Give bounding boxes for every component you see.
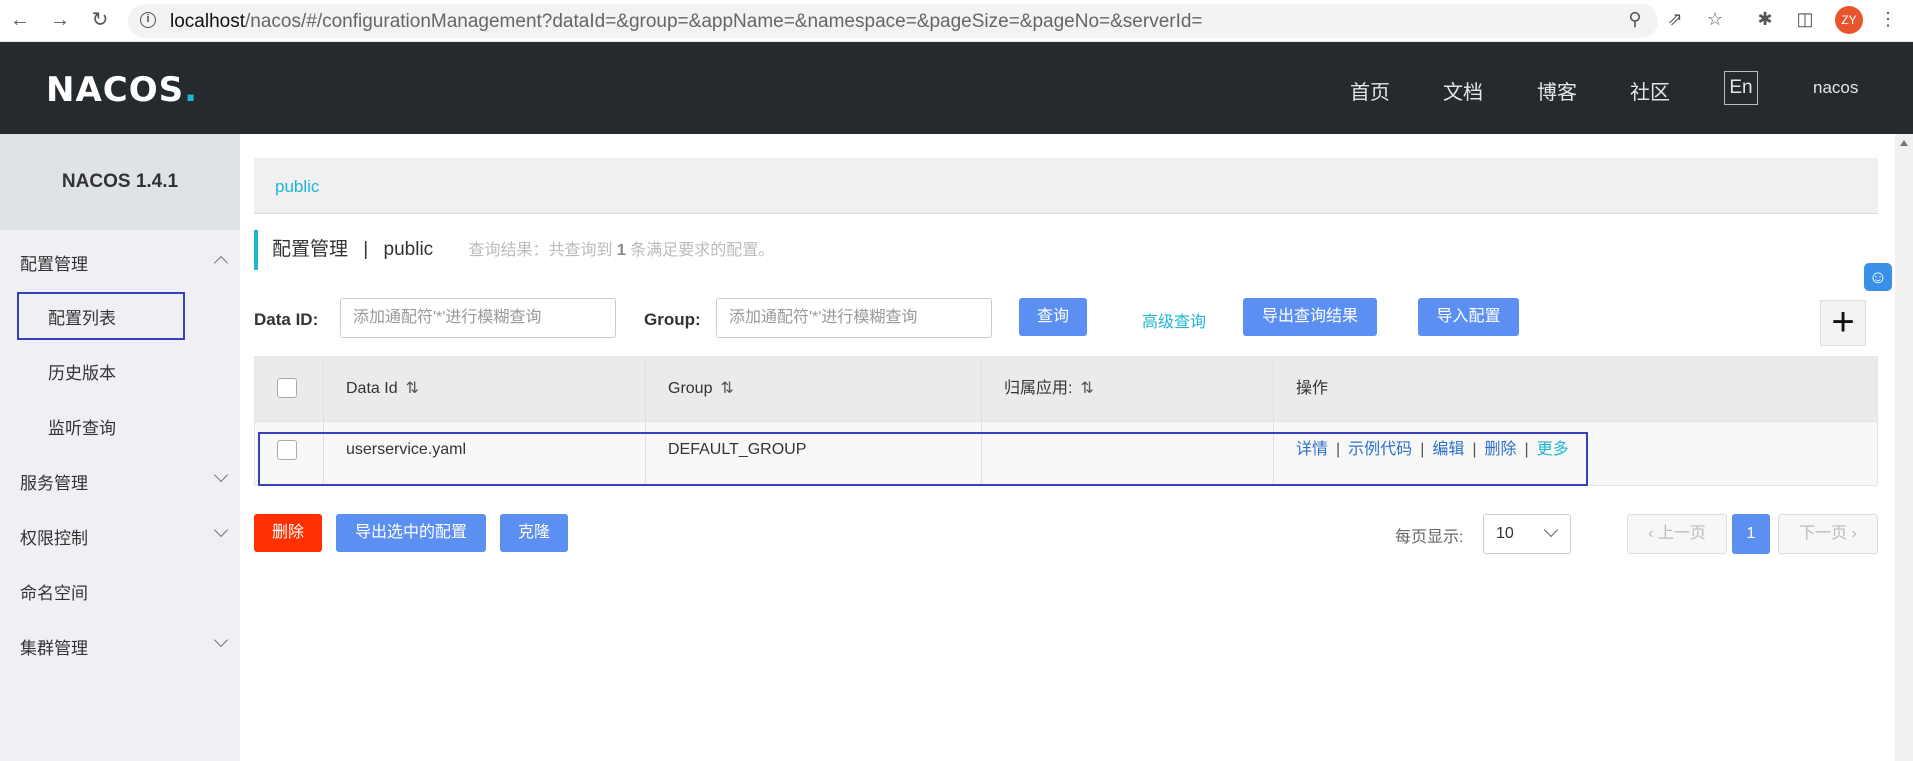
namespace-public[interactable]: public bbox=[275, 177, 319, 197]
bookmark-star-icon[interactable]: ☆ bbox=[1704, 8, 1726, 30]
menu-service-management[interactable]: 服务管理 bbox=[20, 469, 88, 494]
row-highlight-box bbox=[258, 432, 1588, 486]
nacos-logo[interactable]: NACOS. bbox=[46, 70, 198, 110]
address-bar[interactable]: i localhost/nacos/#/configurationManagem… bbox=[128, 4, 1658, 38]
page-title: 配置管理 | public 查询结果：共查询到 1 条满足要求的配置。 bbox=[254, 230, 774, 270]
extensions-icon[interactable]: ✱ bbox=[1754, 8, 1776, 30]
zoom-icon[interactable]: ⚲ bbox=[1624, 8, 1646, 30]
url-host: localhost bbox=[170, 11, 245, 32]
hint-count: 1 bbox=[616, 242, 626, 259]
sidebar-toggle-icon[interactable]: ◫ bbox=[1794, 8, 1816, 30]
page-size-value: 10 bbox=[1496, 525, 1514, 542]
delete-button[interactable]: 删除 bbox=[254, 514, 322, 552]
table-header: Data Id ⇅ Group ⇅ 归属应用: ⇅ 操作 bbox=[255, 357, 1877, 421]
active-menu-highlight bbox=[17, 292, 185, 340]
back-icon[interactable]: ← bbox=[8, 8, 32, 32]
user-name[interactable]: nacos bbox=[1813, 78, 1858, 98]
sort-icon[interactable]: ⇅ bbox=[1080, 380, 1093, 397]
app-header: NACOS. 首页 文档 博客 社区 En nacos bbox=[0, 42, 1913, 134]
profile-avatar[interactable]: ZY bbox=[1835, 6, 1863, 34]
nav-community[interactable]: 社区 bbox=[1630, 76, 1670, 105]
logo-dot: . bbox=[184, 70, 199, 110]
menu-cluster-management[interactable]: 集群管理 bbox=[20, 634, 88, 659]
col-group-label: Group bbox=[668, 380, 713, 397]
dataid-input[interactable]: 添加通配符'*'进行模糊查询 bbox=[340, 298, 616, 338]
prev-page-button[interactable]: ‹ 上一页 bbox=[1627, 514, 1727, 554]
col-group[interactable]: Group ⇅ bbox=[645, 357, 981, 421]
col-app-label: 归属应用: bbox=[1004, 380, 1073, 397]
floating-helper-icon[interactable]: ☺ bbox=[1864, 263, 1892, 291]
chevron-down-icon[interactable] bbox=[213, 467, 229, 483]
kebab-menu-icon[interactable]: ⋮ bbox=[1877, 8, 1899, 30]
advanced-query-link[interactable]: 高级查询 bbox=[1142, 308, 1206, 332]
menu-permission-control[interactable]: 权限控制 bbox=[20, 524, 88, 549]
select-all-checkbox[interactable] bbox=[277, 378, 297, 398]
chevron-down-icon[interactable] bbox=[213, 522, 229, 538]
add-config-button[interactable]: + bbox=[1820, 300, 1866, 346]
group-label: Group: bbox=[644, 310, 701, 329]
col-operations-label: 操作 bbox=[1296, 380, 1329, 397]
site-info-icon[interactable]: i bbox=[140, 12, 156, 28]
page-size-label: 每页显示: bbox=[1395, 529, 1464, 546]
url-path: /nacos/#/configurationManagement?dataId=… bbox=[245, 11, 1203, 32]
next-page-label: 下一页 bbox=[1799, 525, 1848, 542]
export-results-button[interactable]: 导出查询结果 bbox=[1243, 298, 1377, 336]
col-data-id-label: Data Id bbox=[346, 380, 398, 397]
scroll-up-icon[interactable] bbox=[1900, 140, 1908, 146]
reload-icon[interactable]: ↻ bbox=[88, 8, 112, 32]
col-data-id[interactable]: Data Id ⇅ bbox=[323, 357, 645, 421]
group-input[interactable]: 添加通配符'*'进行模糊查询 bbox=[716, 298, 992, 338]
url-text[interactable]: localhost/nacos/#/configurationManagemen… bbox=[170, 11, 1203, 33]
version-label: NACOS 1.4.1 bbox=[0, 134, 240, 230]
chevron-down-icon[interactable] bbox=[213, 632, 229, 648]
browser-toolbar: ← → ↻ i localhost/nacos/#/configurationM… bbox=[0, 0, 1913, 42]
scrollbar[interactable] bbox=[1895, 134, 1913, 761]
hint-prefix: 查询结果：共查询到 bbox=[468, 242, 613, 259]
sort-icon[interactable]: ⇅ bbox=[406, 380, 419, 397]
namespace-bar: public bbox=[254, 158, 1878, 214]
col-app[interactable]: 归属应用: ⇅ bbox=[981, 357, 1273, 421]
hint-suffix: 条满足要求的配置。 bbox=[630, 242, 775, 259]
title-separator: | bbox=[363, 239, 369, 260]
page-size-select[interactable]: 10 bbox=[1483, 514, 1571, 554]
nav-blog[interactable]: 博客 bbox=[1537, 76, 1577, 105]
menu-namespace[interactable]: 命名空间 bbox=[20, 579, 88, 604]
chevron-up-icon[interactable] bbox=[213, 255, 229, 271]
menu-config-management[interactable]: 配置管理 bbox=[20, 250, 88, 275]
query-result-hint: 查询结果：共查询到 1 条满足要求的配置。 bbox=[468, 242, 774, 259]
nav-docs[interactable]: 文档 bbox=[1443, 76, 1483, 105]
title-text: 配置管理 bbox=[272, 239, 349, 260]
dataid-label: Data ID: bbox=[254, 310, 319, 329]
title-namespace: public bbox=[383, 239, 434, 260]
export-selected-button[interactable]: 导出选中的配置 bbox=[336, 514, 486, 552]
menu-history-version[interactable]: 历史版本 bbox=[48, 359, 116, 384]
col-operations: 操作 bbox=[1273, 357, 1877, 421]
forward-icon[interactable]: → bbox=[48, 8, 72, 32]
next-page-button[interactable]: 下一页 › bbox=[1778, 514, 1878, 554]
nav-home[interactable]: 首页 bbox=[1350, 76, 1390, 105]
share-icon[interactable]: ⇗ bbox=[1664, 8, 1686, 30]
language-toggle[interactable]: En bbox=[1724, 71, 1758, 105]
import-config-button[interactable]: 导入配置 bbox=[1418, 298, 1519, 336]
query-button[interactable]: 查询 bbox=[1019, 298, 1087, 336]
prev-page-label: 上一页 bbox=[1657, 525, 1706, 542]
chevron-down-icon bbox=[1543, 522, 1559, 538]
clone-button[interactable]: 克隆 bbox=[500, 514, 568, 552]
sort-icon[interactable]: ⇅ bbox=[720, 380, 733, 397]
sidebar: NACOS 1.4.1 配置管理 配置列表 历史版本 监听查询 服务管理 权限控… bbox=[0, 134, 240, 761]
current-page-button[interactable]: 1 bbox=[1732, 514, 1770, 554]
logo-text: NACOS bbox=[46, 70, 185, 110]
menu-listener-query[interactable]: 监听查询 bbox=[48, 414, 116, 439]
